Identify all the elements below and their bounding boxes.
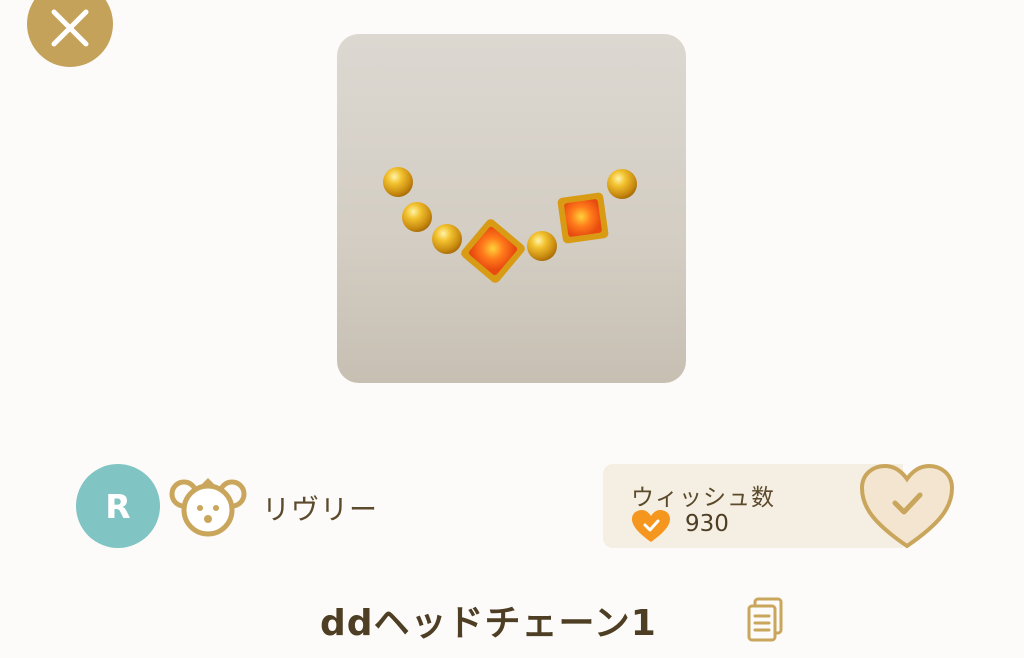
head-chain-illustration [383,167,637,283]
close-icon [51,9,89,47]
bear-icon [169,478,247,537]
heart-check-icon [632,510,670,542]
creator-name[interactable]: リヴリー [262,488,378,528]
item-preview-image [337,34,686,383]
item-title: ddヘッドチェーン1 [320,603,657,644]
copy-document-icon[interactable] [746,597,784,643]
creator-avatar[interactable]: R [76,464,160,548]
wish-count-label: ウィッシュ数 [631,485,775,511]
wish-button[interactable] [858,462,956,554]
wish-count-value: 930 [685,511,729,537]
heart-check-outline-icon [859,463,955,549]
close-button[interactable] [27,0,113,67]
